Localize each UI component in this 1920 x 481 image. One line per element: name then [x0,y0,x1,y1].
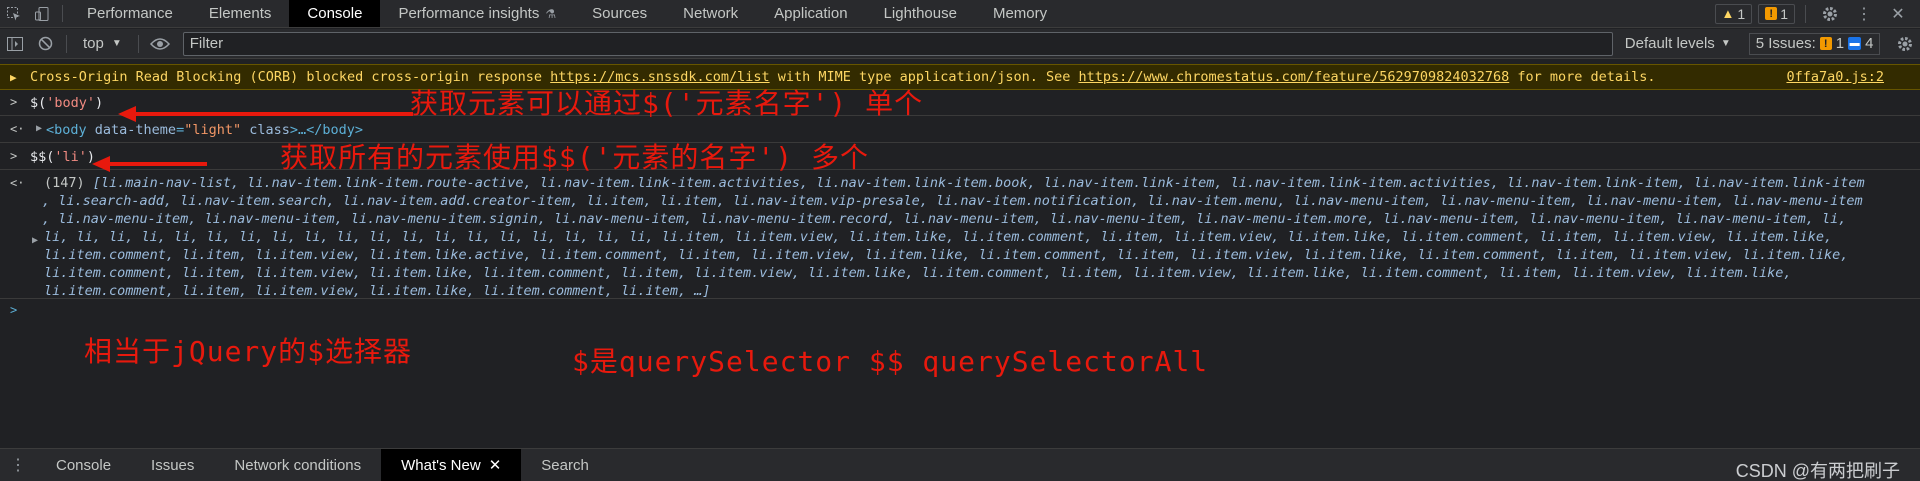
context-label: top [83,35,104,52]
caret-down-icon: ▼ [1720,38,1731,49]
issues-button[interactable]: 5 Issues: ! 1 ▬ 4 [1748,32,1881,55]
divider [62,5,63,22]
command-arg: 'body' [46,95,96,111]
flask-icon: ⚗ [545,6,557,21]
nodelist-items: [li.main-nav-list, li.nav-item.link-item… [92,175,1865,191]
result-chevron-icon: <· [10,122,25,136]
drawer-tab-whats-new[interactable]: What's New ✕ [381,449,522,481]
command-part: $$( [30,149,55,165]
issue-warning-icon: ! [1819,37,1832,50]
tabbar-right: ▲ 1 ! 1 ⋮ ✕ [1714,0,1920,27]
nodelist-line: (147) [li.main-nav-list, li.nav-item.lin… [44,174,1865,192]
tag-open: <body [46,122,95,138]
console-settings-gear-icon[interactable] [1890,35,1920,53]
tab-sources[interactable]: Sources [574,0,665,27]
result-chevron-icon: <· [10,176,25,190]
device-toolbar-icon[interactable] [28,0,56,27]
attr-value: "light" [184,122,242,138]
corb-warning-message: ▶ Cross-Origin Read Blocking (CORB) bloc… [0,64,1920,90]
filter-input[interactable] [182,31,1613,56]
command-text[interactable]: $('body') [30,95,103,111]
nodelist-count: (147) [44,175,85,191]
warning-text: for more details. [1509,69,1656,85]
message-icon: ▬ [1848,37,1862,50]
log-levels-label: Default levels [1624,35,1715,52]
command-part: ) [95,95,104,111]
sidebar-toggle-icon[interactable] [0,36,30,51]
input-chevron-icon: > [10,149,18,163]
nodelist-line: li.item.comment, li.item, li.item.view, … [44,265,1792,281]
clear-console-icon[interactable] [30,36,60,51]
command-arg: 'li' [54,149,87,165]
tab-network[interactable]: Network [665,0,756,27]
watermark: CSDN @有两把刷子 [1735,461,1900,481]
issues-count: 1 [1780,5,1788,22]
divider [1805,4,1806,23]
annotation-arrow [92,156,207,172]
inspect-element-icon[interactable] [0,0,28,27]
annotation-single-selector: 获取元素可以通过$('元素名字') 单个 [410,87,924,120]
warning-link-chromestatus[interactable]: https://www.chromestatus.com/feature/562… [1078,69,1509,85]
warnings-badge[interactable]: ▲ 1 [1714,3,1753,24]
nodelist-line: li.item.comment, li.item, li.item.view, … [44,283,711,299]
drawer-tab-console[interactable]: Console [36,449,131,481]
command-text[interactable]: $$('li') [30,149,95,165]
more-vertical-icon[interactable]: ⋮ [0,449,36,481]
console-prompt-row[interactable]: > [0,300,1920,324]
attr-name: data-theme [94,122,177,138]
nodelist-line: , li.nav-menu-item, li.nav-menu-item, li… [42,211,1847,227]
warnings-count: 1 [1737,5,1746,22]
drawer-tab-label: What's New [401,456,481,474]
tab-application[interactable]: Application [756,0,865,27]
command-part: $( [30,95,47,111]
gear-icon[interactable] [1816,5,1844,23]
tab-elements[interactable]: Elements [191,0,290,27]
drawer-tab-issues[interactable]: Issues [131,449,214,481]
devtools-tabbar: Performance Elements Console Performance… [0,0,1920,28]
nodelist-result[interactable]: (147) [li.main-nav-list, li.nav-item.lin… [42,174,1865,300]
more-vertical-icon[interactable]: ⋮ [1850,4,1878,24]
issues-warning-count: 1 [1835,35,1845,52]
drawer-tab-search[interactable]: Search [521,449,609,481]
prompt-chevron-icon: > [10,303,18,317]
tab-performance-insights[interactable]: Performance insights ⚗ [380,0,574,27]
close-icon[interactable]: ✕ [1884,4,1912,24]
issue-icon: ! [1765,7,1778,20]
tab-lighthouse[interactable]: Lighthouse [866,0,975,27]
console-output: ▶ Cross-Origin Read Blocking (CORB) bloc… [0,60,1920,447]
input-chevron-icon: > [10,95,18,109]
annotation-jquery: 相当于jQuery的$选择器 [84,335,413,368]
tab-console[interactable]: Console [289,0,381,27]
divider [66,34,67,53]
expand-triangle-icon[interactable]: ▶ [10,71,17,84]
nodelist-line: , li.search-add, li.nav-item.search, li.… [42,193,1863,209]
issues-badge[interactable]: ! 1 [1758,3,1795,24]
attr-eq: = [176,122,185,138]
warning-icon: ▲ [1721,6,1735,21]
tab-label: Performance insights [398,5,540,22]
expand-triangle-icon[interactable]: ▶ [32,235,38,246]
console-toolbar: top ▼ Default levels ▼ 5 Issues: ! 1 ▬ 4 [0,29,1920,59]
source-link[interactable]: 0ffa7a0.js:2 [1786,69,1884,85]
nodelist-line: li.item.comment, li.item, li.item.view, … [44,247,1849,263]
nodelist-line: li, li, li, li, li, li, li, li, li, li, … [44,229,1833,245]
drawer-tabbar: ⋮ Console Issues Network conditions What… [0,448,1920,481]
annotation-queryselector: $是querySelector $$ querySelectorAll [572,345,1209,378]
annotation-arrow [118,106,413,122]
drawer-tab-network-conditions[interactable]: Network conditions [214,449,381,481]
divider [137,34,139,53]
context-selector[interactable]: top ▼ [73,35,132,52]
caret-down-icon: ▼ [111,38,122,49]
console-result-row: <· ▶ (147) [li.main-nav-list, li.nav-ite… [0,171,1920,299]
issues-info-count: 4 [1865,35,1874,52]
annotation-all-selector: 获取所有的元素使用$$('元素的名字') 多个 [280,141,870,174]
eye-icon[interactable] [145,37,175,51]
tab-memory[interactable]: Memory [975,0,1065,27]
tab-performance[interactable]: Performance [69,0,191,27]
expand-triangle-icon[interactable]: ▶ [36,123,42,134]
close-icon[interactable]: ✕ [489,456,502,474]
issues-label: 5 Issues: [1755,35,1816,52]
log-levels-dropdown[interactable]: Default levels ▼ [1625,35,1731,52]
